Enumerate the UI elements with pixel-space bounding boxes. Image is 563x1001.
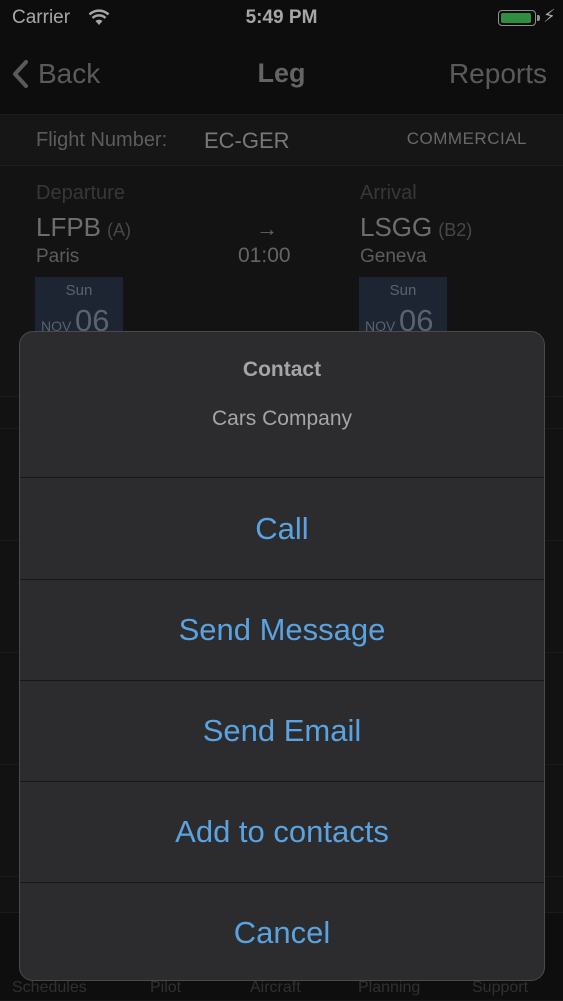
send-message-button[interactable]: Send Message <box>20 579 544 681</box>
action-sheet-message: Cars Company <box>211 407 353 430</box>
add-to-contacts-button[interactable]: Add to contacts <box>20 781 544 883</box>
call-button[interactable]: Call <box>20 478 544 580</box>
cancel-button[interactable]: Cancel <box>20 882 544 980</box>
action-sheet-title: Contact <box>242 358 322 381</box>
contact-action-sheet: Contact Cars Company Call Send Message S… <box>19 331 545 981</box>
action-sheet-header: Contact Cars Company <box>20 332 544 478</box>
send-email-button[interactable]: Send Email <box>20 680 544 782</box>
